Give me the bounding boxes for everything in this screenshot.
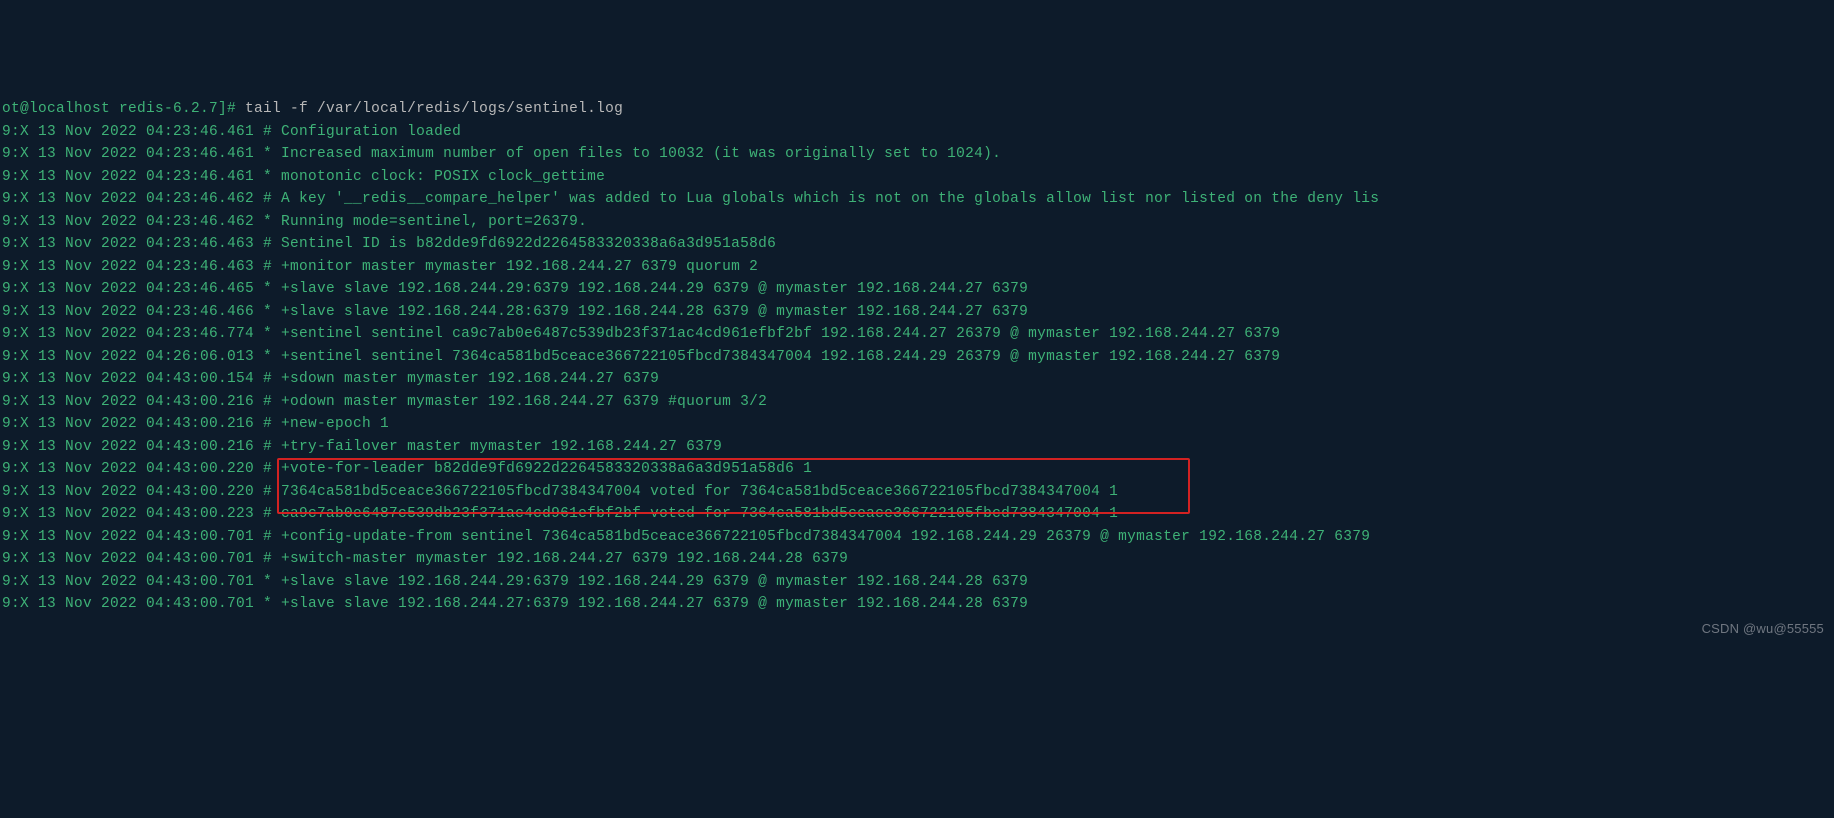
shell-command: tail -f /var/local/redis/logs/sentinel.l…: [245, 101, 623, 117]
shell-prompt: ot@localhost redis-6.2.7]#: [2, 101, 245, 117]
log-line: 9:X 13 Nov 2022 04:43:00.216 # +odown ma…: [2, 391, 1834, 414]
log-line: 9:X 13 Nov 2022 04:23:46.462 * Running m…: [2, 211, 1834, 234]
log-line: 9:X 13 Nov 2022 04:43:00.216 # +try-fail…: [2, 436, 1834, 459]
log-line: 9:X 13 Nov 2022 04:23:46.462 # A key '__…: [2, 188, 1834, 211]
log-line: 9:X 13 Nov 2022 04:23:46.461 * Increased…: [2, 143, 1834, 166]
log-line: 9:X 13 Nov 2022 04:43:00.701 # +config-u…: [2, 526, 1834, 549]
log-line-highlighted: 9:X 13 Nov 2022 04:43:00.701 # +switch-m…: [2, 548, 1834, 571]
log-line: 9:X 13 Nov 2022 04:23:46.463 # Sentinel …: [2, 233, 1834, 256]
log-line: 9:X 13 Nov 2022 04:23:46.461 * monotonic…: [2, 166, 1834, 189]
log-line: 9:X 13 Nov 2022 04:43:00.220 # +vote-for…: [2, 458, 1834, 481]
log-line: 9:X 13 Nov 2022 04:23:46.466 * +slave sl…: [2, 301, 1834, 324]
log-line: 9:X 13 Nov 2022 04:43:00.223 # ca9c7ab0e…: [2, 503, 1834, 526]
prompt-line: ot@localhost redis-6.2.7]# tail -f /var/…: [2, 98, 1834, 121]
watermark: CSDN @wu@55555: [1702, 618, 1824, 641]
log-line: 9:X 13 Nov 2022 04:23:46.463 # +monitor …: [2, 256, 1834, 279]
log-line: 9:X 13 Nov 2022 04:43:00.701 * +slave sl…: [2, 593, 1834, 616]
log-line: 9:X 13 Nov 2022 04:23:46.465 * +slave sl…: [2, 278, 1834, 301]
log-line: 9:X 13 Nov 2022 04:43:00.216 # +new-epoc…: [2, 413, 1834, 436]
log-line: 9:X 13 Nov 2022 04:43:00.220 # 7364ca581…: [2, 481, 1834, 504]
log-line: 9:X 13 Nov 2022 04:23:46.774 * +sentinel…: [2, 323, 1834, 346]
log-line: 9:X 13 Nov 2022 04:43:00.154 # +sdown ma…: [2, 368, 1834, 391]
log-line: 9:X 13 Nov 2022 04:26:06.013 * +sentinel…: [2, 346, 1834, 369]
log-line: 9:X 13 Nov 2022 04:23:46.461 # Configura…: [2, 121, 1834, 144]
log-line: 9:X 13 Nov 2022 04:43:00.701 * +slave sl…: [2, 571, 1834, 594]
